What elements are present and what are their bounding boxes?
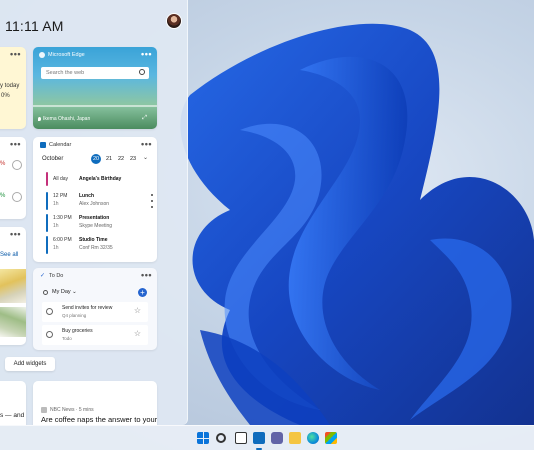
event-detail: Alex Johnson [79,201,110,207]
task-view-icon[interactable] [235,432,247,444]
stocks-widget[interactable]: ••• % % [0,137,26,219]
search-placeholder: Search the web [46,69,85,76]
photo-location: Ikema Ohashi, Japan [43,116,91,122]
weather-precip-text: 0% [1,93,10,99]
todo-task[interactable]: Buy groceries Todo ☆ [42,325,148,345]
task-list: Todo [62,336,72,341]
event-detail: Skype Meeting [79,223,113,229]
event-title: Presentation [79,215,110,221]
chevron-down-icon[interactable]: ⌄ [143,154,148,161]
calendar-day[interactable]: 22 [116,154,126,164]
task-checkbox[interactable] [46,308,53,315]
bridge-image-detail [33,105,157,107]
photo-thumbnail[interactable] [0,307,26,337]
news-card[interactable]: s — and [0,381,26,425]
calendar-event[interactable]: 6:00 PM 1h Studio Time Conf Rm 32/35 [46,236,146,254]
web-search-input[interactable]: Search the web [41,67,149,79]
clock-time: 11:11 AM [5,18,64,34]
more-options-icon[interactable]: ••• [10,49,21,59]
task-name: Send invites for review [62,305,113,311]
edge-search-widget[interactable]: Microsoft Edge ••• Search the web Ikema … [33,47,157,129]
event-time: All day [53,176,69,182]
todo-widget[interactable]: ✓ To Do ••• My Day ⌄ + Send invites for … [33,268,157,350]
calendar-day[interactable]: 23 [128,154,138,164]
task-checkbox[interactable] [46,331,53,338]
photos-widget[interactable]: ••• See all [0,227,26,345]
event-detail: Conf Rm 32/35 [79,245,113,251]
todo-title: To Do [49,273,64,279]
todo-list-name: My Day [52,289,71,295]
news-headline-partial: s — and [0,412,25,419]
scroll-indicator[interactable] [151,194,153,212]
widgets-panel: 11:11 AM ••• y today 0% Microsoft Edge •… [0,0,188,425]
stock-trend-icon [12,160,22,170]
edge-widget-title: Microsoft Edge [48,52,85,58]
calendar-title: Calendar [49,141,72,148]
see-all-link[interactable]: See all [0,252,18,258]
weather-forecast-text: y today [0,83,20,89]
taskbar [0,425,534,450]
star-icon[interactable]: ☆ [134,329,141,338]
edge-browser-icon[interactable] [307,432,319,444]
chat-icon[interactable] [271,432,283,444]
more-options-icon[interactable]: ••• [141,139,152,149]
photo-thumbnail[interactable] [0,269,26,303]
news-source: NBC News · 5 mins [50,407,94,413]
news-card[interactable]: NBC News · 5 mins Are coffee naps the an… [33,381,157,425]
calendar-icon [40,142,46,148]
more-options-icon[interactable]: ••• [141,49,152,59]
event-duration: 1h [53,201,59,207]
start-button[interactable] [197,432,209,444]
add-widgets-button[interactable]: Add widgets [5,357,55,371]
task-name: Buy groceries [62,328,93,334]
store-icon[interactable] [325,432,337,444]
more-options-icon[interactable]: ••• [141,270,152,280]
event-title: Studio Time [79,237,108,243]
profile-avatar[interactable] [166,13,182,29]
file-explorer-icon[interactable] [289,432,301,444]
search-icon [139,69,145,75]
todo-list-selector[interactable]: My Day ⌄ [52,289,77,295]
widgets-icon[interactable] [253,432,265,444]
todo-check-icon: ✓ [40,273,46,279]
calendar-widget[interactable]: Calendar ••• October 20 21 22 23 ⌄ All d… [33,137,157,262]
event-color-bar [46,172,48,186]
event-duration: 1h [53,223,59,229]
stock-trend-icon [12,192,22,202]
news-headline: Are coffee naps the answer to your [41,415,157,424]
calendar-event[interactable]: All day Angela's Birthday [46,172,146,186]
event-color-bar [46,236,48,254]
sun-icon [43,290,48,295]
event-time: 6:00 PM [53,237,72,243]
event-color-bar [46,214,48,232]
todo-task[interactable]: Send invites for review Q4 planning ☆ [42,302,148,322]
search-icon[interactable] [216,433,226,443]
event-title: Lunch [79,193,94,199]
add-task-button[interactable]: + [138,288,147,297]
event-title: Angela's Birthday [79,176,122,182]
calendar-month: October [42,156,64,162]
location-pin-icon [38,117,41,121]
more-options-icon[interactable]: ••• [10,139,21,149]
stock-change-1: % [0,161,6,167]
calendar-day[interactable]: 21 [104,154,114,164]
event-time: 1:30 PM [53,215,72,221]
event-duration: 1h [53,245,59,251]
calendar-event[interactable]: 12 PM 1h Lunch Alex Johnson [46,192,146,210]
edge-logo-icon [39,52,45,58]
stock-change-2: % [0,193,6,199]
task-list: Q4 planning [62,313,87,318]
event-color-bar [46,192,48,210]
more-options-icon[interactable]: ••• [10,229,21,239]
weather-widget[interactable]: ••• y today 0% [0,47,26,129]
calendar-day-selected[interactable]: 20 [91,154,101,164]
event-time: 12 PM [53,193,68,199]
star-icon[interactable]: ☆ [134,306,141,315]
expand-icon[interactable]: ⤢ [142,115,147,122]
calendar-event[interactable]: 1:30 PM 1h Presentation Skype Meeting [46,214,146,232]
news-source-icon [41,407,47,413]
